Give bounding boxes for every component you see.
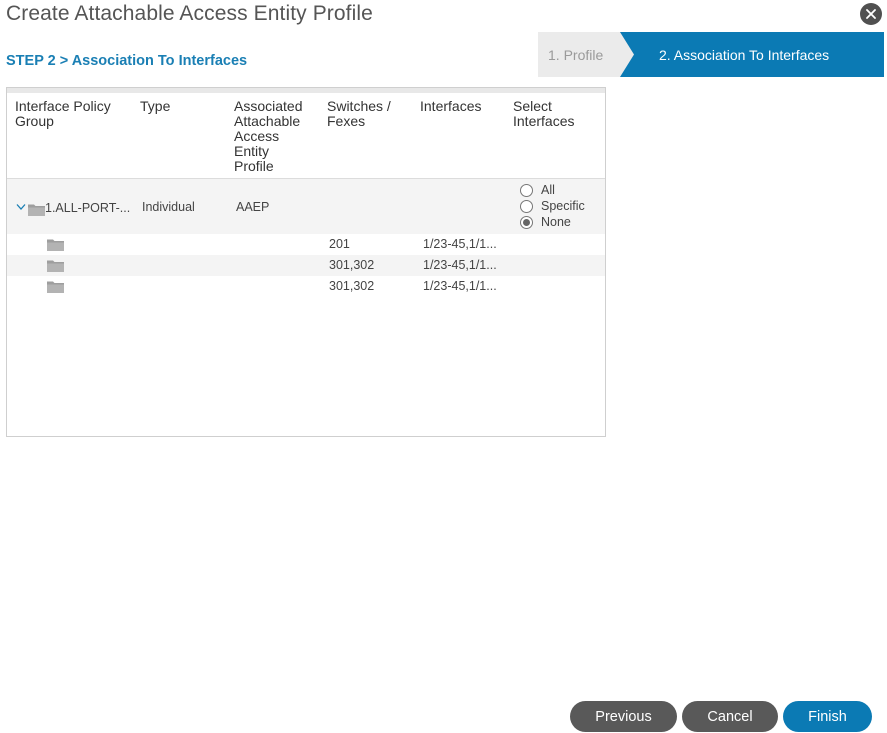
table-header: Interface Policy Group Type Associated A… [7, 93, 605, 179]
header-line: Select [513, 98, 552, 114]
step-label: STEP 2 > Association To Interfaces [6, 53, 248, 69]
radio-option-all[interactable]: All [520, 182, 585, 198]
header-line: Group [15, 113, 54, 129]
header-line: Type [140, 98, 171, 114]
finish-button[interactable]: Finish [783, 701, 872, 732]
create-aaep-dialog: Create Attachable Access Entity Profile … [0, 0, 887, 733]
radio-label: Specific [541, 199, 585, 213]
folder-icon [47, 259, 64, 272]
header-line: Switches / [327, 98, 391, 114]
switches-value: 201 [329, 237, 350, 251]
radio-button[interactable] [520, 199, 533, 213]
radio-button-selected[interactable] [520, 215, 533, 229]
header-line: Profile [234, 158, 274, 174]
column-header-switches-fexes[interactable]: Switches / Fexes [327, 99, 391, 129]
header-line: Associated [234, 98, 303, 114]
interfaces-value: 1/23-45,1/1... [423, 258, 497, 272]
column-header-associated-aaep[interactable]: Associated Attachable Access Entity Prof… [234, 99, 302, 174]
table-row[interactable]: 201 1/23-45,1/1... [7, 234, 605, 255]
interfaces-value: 1/23-45,1/1... [423, 279, 497, 293]
wizard-step-label: 2. Association To Interfaces [659, 46, 830, 63]
column-header-type[interactable]: Type [140, 99, 170, 114]
header-line: Entity [234, 143, 270, 159]
type-value: Individual [142, 200, 195, 214]
radio-option-specific[interactable]: Specific [520, 198, 585, 214]
table-row[interactable]: 301,302 1/23-45,1/1... [7, 255, 605, 276]
wizard-steps: 1. Profile 2. Association To Interfaces [538, 32, 884, 77]
table-row[interactable]: 301,302 1/23-45,1/1... [7, 276, 605, 297]
previous-button[interactable]: Previous [570, 701, 677, 732]
aaep-value: AAEP [236, 200, 270, 214]
radio-label: All [541, 183, 555, 197]
close-icon [866, 9, 876, 19]
header-line: Attachable [234, 113, 301, 129]
close-button[interactable] [860, 3, 882, 25]
table-row-parent[interactable]: 1.ALL-PORT-... Individual AAEP All Speci… [7, 179, 605, 234]
radio-option-none[interactable]: None [520, 214, 585, 230]
interfaces-value: 1/23-45,1/1... [423, 237, 497, 251]
header-line: Access [234, 128, 280, 144]
switches-value: 301,302 [329, 279, 375, 293]
interfaces-table: Interface Policy Group Type Associated A… [6, 87, 606, 437]
radio-label: None [541, 215, 571, 229]
header-line: Fexes [327, 113, 366, 129]
wizard-step-profile[interactable]: 1. Profile [538, 32, 638, 77]
cancel-button[interactable]: Cancel [682, 701, 778, 732]
radio-button[interactable] [520, 183, 533, 197]
folder-icon [28, 203, 45, 216]
column-header-interfaces[interactable]: Interfaces [420, 99, 481, 114]
header-line: Interfaces [420, 98, 482, 114]
chevron-down-icon[interactable] [16, 203, 26, 211]
wizard-step-label: 1. Profile [548, 46, 604, 63]
switches-value: 301,302 [329, 258, 375, 272]
column-header-interface-policy-group[interactable]: Interface Policy Group [15, 99, 111, 129]
dialog-title: Create Attachable Access Entity Profile [6, 2, 373, 25]
header-line: Interfaces [513, 113, 575, 129]
wizard-step-association[interactable]: 2. Association To Interfaces [620, 32, 884, 77]
header-line: Interface Policy [15, 98, 111, 114]
folder-icon [47, 238, 64, 251]
interface-policy-group-name: 1.ALL-PORT-... [45, 201, 131, 215]
folder-icon [47, 280, 64, 293]
column-header-select-interfaces[interactable]: Select Interfaces [513, 99, 574, 129]
select-interfaces-radio-group: All Specific None [520, 182, 585, 230]
